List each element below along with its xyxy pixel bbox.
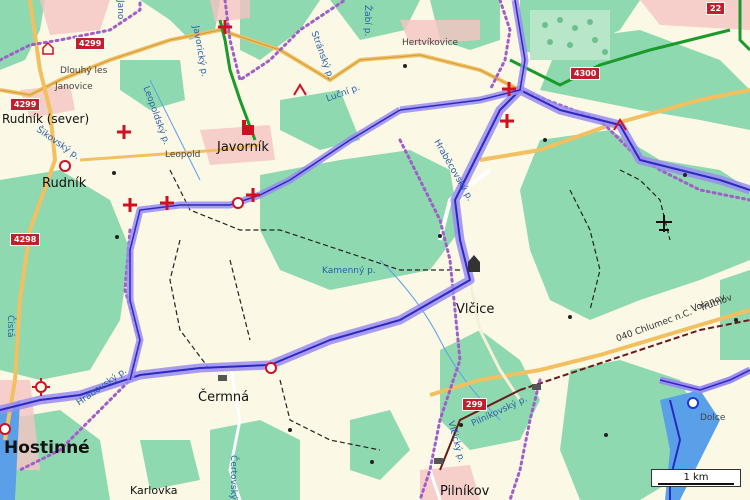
label-zabi-p: Žabí p.	[362, 5, 372, 37]
label-pilnikov: Pilníkov	[440, 484, 490, 499]
road-number-4300: 4300	[570, 67, 601, 80]
poi-blue	[687, 397, 699, 409]
label-cista: Čistá	[5, 315, 15, 338]
label-cermna: Čermná	[198, 390, 250, 405]
label-javornik: Javorník	[217, 140, 269, 155]
label-kamenny-p: Kamenný p.	[322, 266, 376, 276]
label-hertvikovice: Hertvíkovice	[402, 38, 459, 48]
label-leopold: Leopold	[165, 150, 201, 160]
scale-label: 1 km	[683, 472, 709, 483]
label-janovice: Janovice	[55, 82, 93, 92]
scale-bar: 1 km	[651, 469, 741, 487]
road-number-22: 22	[706, 2, 726, 15]
map-base	[0, 0, 750, 500]
label-certovsky: Čertovský	[228, 455, 238, 500]
label-vlcice: Vlčice	[456, 302, 495, 317]
label-hostinne: Hostinné	[4, 438, 90, 458]
label-dolce: Dolce	[700, 413, 726, 423]
road-number-4298: 4298	[10, 233, 41, 246]
orchard-area	[530, 10, 610, 60]
label-dlouhy-les: Dlouhý les	[60, 66, 108, 76]
label-karlovka: Karlovka	[130, 484, 178, 497]
road-number-4299: 4299	[75, 37, 106, 50]
road-number-4299-b: 4299	[10, 98, 41, 111]
label-rudnik-sever: Rudník (sever)	[2, 112, 90, 126]
scale-line	[658, 483, 734, 485]
map-canvas[interactable]: 4299 4299 4298 4300 299 22 Javorník Rudn…	[0, 0, 750, 500]
label-rudnik: Rudník	[42, 176, 87, 191]
road-number-299: 299	[462, 398, 487, 411]
label-jano: Jano	[115, 0, 125, 20]
